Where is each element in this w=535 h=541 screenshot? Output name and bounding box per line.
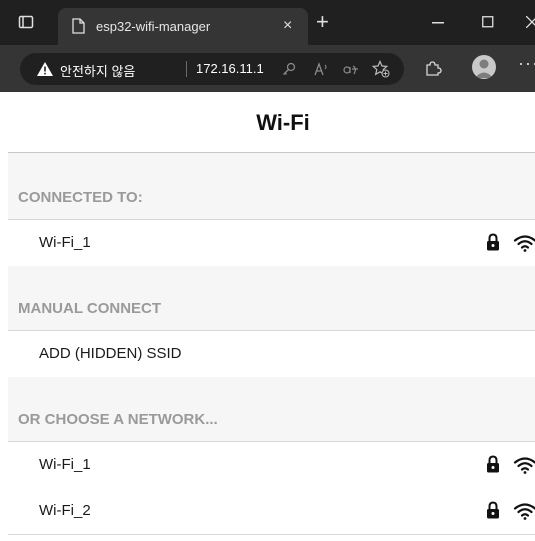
network-list-item[interactable]: Wi-Fi_2 [8, 488, 535, 535]
lock-icon [487, 501, 499, 519]
connected-network-ssid: Wi-Fi_1 [39, 234, 91, 251]
address-bar[interactable]: 안전하지 않음 172.16.11.1 [20, 53, 404, 85]
minimize-icon[interactable] [432, 22, 444, 24]
network-list-item[interactable]: Wi-Fi_1 [8, 441, 535, 489]
browser-toolbar: 안전하지 않음 172.16.11.1 ··· [0, 45, 535, 92]
connected-section: CONNECTED TO: [8, 153, 535, 219]
wifi-signal-icon [513, 457, 535, 474]
manual-connect-section: MANUAL CONNECT [8, 266, 535, 330]
add-hidden-ssid-row[interactable]: ADD (HIDDEN) SSID [8, 330, 535, 378]
lock-icon [487, 455, 499, 473]
tab-title: esp32-wifi-manager [96, 19, 211, 34]
read-aloud-icon[interactable] [314, 62, 330, 76]
page-header: Wi-Fi [8, 92, 535, 153]
address-separator [186, 61, 187, 77]
browser-tab[interactable]: esp32-wifi-manager × [58, 8, 308, 45]
new-tab-button[interactable]: + [316, 11, 329, 33]
settings-more-button[interactable]: ··· [518, 53, 535, 74]
choose-network-section: OR CHOOSE A NETWORK... [8, 377, 535, 441]
translate-icon[interactable] [342, 62, 360, 76]
network-ssid: Wi-Fi_1 [39, 456, 91, 473]
add-hidden-ssid-label: ADD (HIDDEN) SSID [39, 345, 182, 362]
window-close-icon[interactable] [526, 16, 535, 28]
maximize-icon[interactable] [482, 16, 494, 28]
connected-network-row[interactable]: Wi-Fi_1 [8, 219, 535, 267]
network-ssid: Wi-Fi_2 [39, 502, 91, 519]
wifi-signal-icon [513, 235, 535, 252]
lock-icon [487, 233, 499, 251]
page-title: Wi-Fi [256, 110, 310, 135]
profile-icon [475, 59, 493, 78]
extensions-icon[interactable] [424, 59, 442, 77]
wifi-manager-page: Wi-Fi CONNECTED TO: Wi-Fi_1 MANUAL CONNE… [8, 92, 535, 541]
manual-connect-title: MANUAL CONNECT [18, 300, 162, 317]
url-text[interactable]: 172.16.11.1 [196, 61, 264, 76]
security-status-label[interactable]: 안전하지 않음 [60, 61, 135, 80]
warning-icon[interactable] [36, 61, 54, 77]
tab-close-button[interactable]: × [283, 17, 292, 35]
page-icon [72, 18, 85, 34]
choose-network-title: OR CHOOSE A NETWORK... [18, 411, 218, 428]
favorite-add-icon[interactable] [372, 60, 390, 78]
profile-avatar[interactable] [472, 55, 496, 79]
connected-section-title: CONNECTED TO: [18, 189, 143, 206]
key-icon[interactable] [282, 62, 296, 76]
tab-actions-icon[interactable] [18, 14, 34, 30]
browser-titlebar: esp32-wifi-manager × + [0, 0, 535, 45]
wifi-signal-icon [513, 503, 535, 520]
